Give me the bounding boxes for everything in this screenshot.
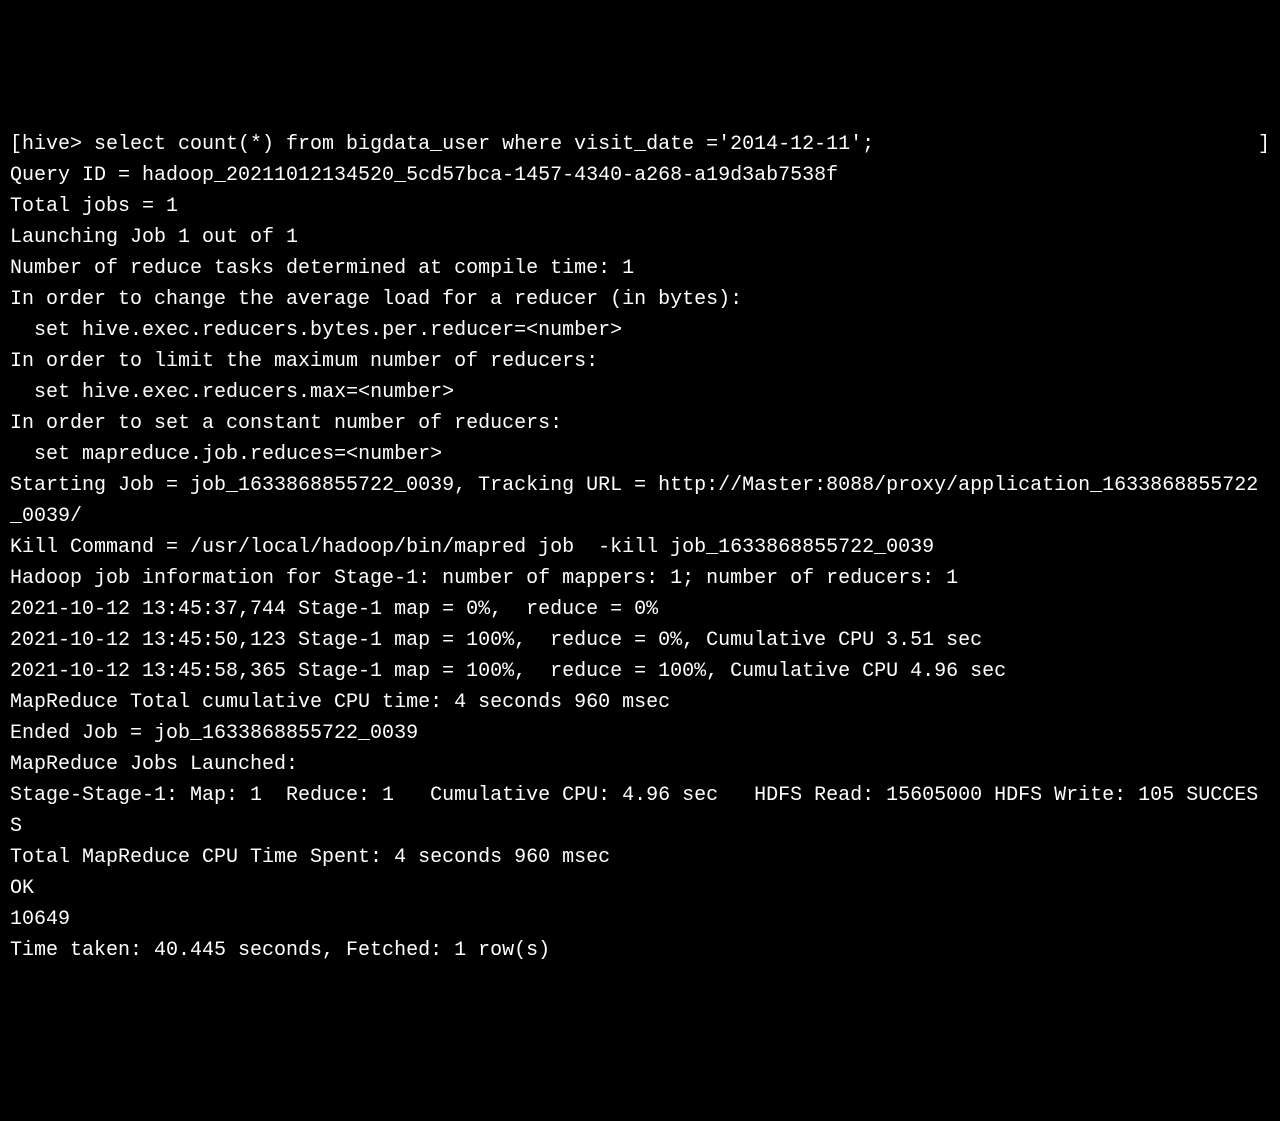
line-end-bracket: ] <box>1258 129 1270 160</box>
output-line: 2021-10-12 13:45:50,123 Stage-1 map = 10… <box>10 625 1270 656</box>
output-line: Total MapReduce CPU Time Spent: 4 second… <box>10 842 1270 873</box>
hive-prompt-line: [hive> select count(*) from bigdata_user… <box>10 129 1270 160</box>
output-line: In order to limit the maximum number of … <box>10 346 1270 377</box>
output-line: Time taken: 40.445 seconds, Fetched: 1 r… <box>10 935 1270 966</box>
output-line: Ended Job = job_1633868855722_0039 <box>10 718 1270 749</box>
output-line: In order to set a constant number of red… <box>10 408 1270 439</box>
output-line: Hadoop job information for Stage-1: numb… <box>10 563 1270 594</box>
output-line: MapReduce Jobs Launched: <box>10 749 1270 780</box>
output-line: 2021-10-12 13:45:37,744 Stage-1 map = 0%… <box>10 594 1270 625</box>
output-line: Stage-Stage-1: Map: 1 Reduce: 1 Cumulati… <box>10 780 1270 842</box>
hive-command: select count(*) from bigdata_user where … <box>82 133 874 156</box>
output-line: OK <box>10 873 1270 904</box>
output-line: Total jobs = 1 <box>10 191 1270 222</box>
output-line: MapReduce Total cumulative CPU time: 4 s… <box>10 687 1270 718</box>
output-line: In order to change the average load for … <box>10 284 1270 315</box>
output-line: Launching Job 1 out of 1 <box>10 222 1270 253</box>
terminal-output[interactable]: [hive> select count(*) from bigdata_user… <box>10 129 1270 966</box>
output-line: Number of reduce tasks determined at com… <box>10 253 1270 284</box>
output-line: Kill Command = /usr/local/hadoop/bin/map… <box>10 532 1270 563</box>
output-line: Query ID = hadoop_20211012134520_5cd57bc… <box>10 160 1270 191</box>
output-line: 2021-10-12 13:45:58,365 Stage-1 map = 10… <box>10 656 1270 687</box>
output-line: set hive.exec.reducers.bytes.per.reducer… <box>10 315 1270 346</box>
output-line: set mapreduce.job.reduces=<number> <box>10 439 1270 470</box>
query-result: 10649 <box>10 904 1270 935</box>
output-line: set hive.exec.reducers.max=<number> <box>10 377 1270 408</box>
output-line: Starting Job = job_1633868855722_0039, T… <box>10 470 1270 532</box>
hive-prompt: [hive> <box>10 133 82 156</box>
